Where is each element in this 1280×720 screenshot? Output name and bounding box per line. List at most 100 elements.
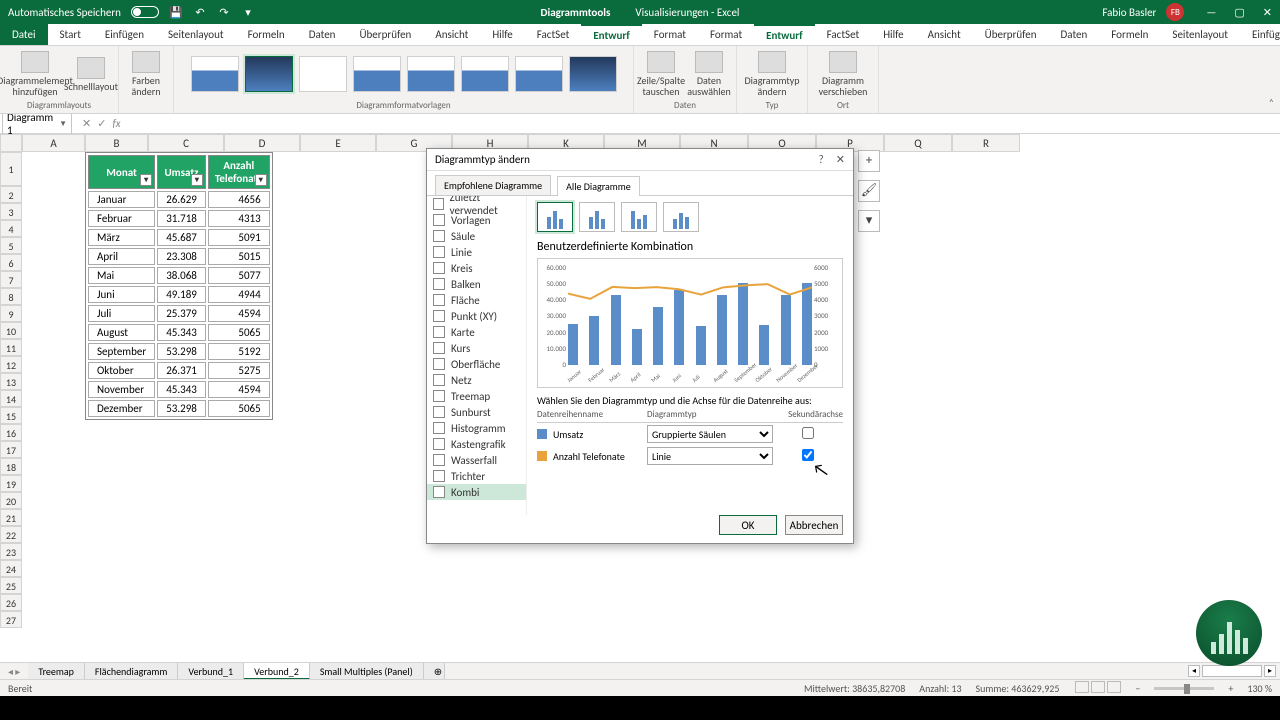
menu-tab[interactable]: Hilfe [871, 24, 915, 45]
hscroll-right-icon[interactable]: ▸ [1264, 665, 1276, 677]
chart-filter-icon[interactable]: ▾ [858, 210, 880, 232]
table-cell[interactable]: 5275 [208, 362, 270, 379]
row-header[interactable]: 27 [0, 611, 22, 628]
enter-formula-icon[interactable]: ✓ [97, 117, 106, 130]
col-header[interactable]: R [952, 134, 1020, 152]
table-cell[interactable]: Mai [88, 267, 155, 284]
menu-tab[interactable]: Daten [1049, 24, 1100, 45]
row-header[interactable]: 12 [0, 356, 22, 373]
table-cell[interactable]: November [88, 381, 155, 398]
chart-type-item[interactable]: Sunburst [427, 404, 526, 420]
cancel-button[interactable]: Abbrechen [785, 515, 843, 535]
table-cell[interactable]: 31.718 [157, 210, 206, 227]
view-mode-icons[interactable] [1073, 681, 1121, 696]
file-tab[interactable]: Datei [0, 24, 48, 45]
combo-subtype[interactable] [663, 202, 699, 232]
table-cell[interactable]: 23.308 [157, 248, 206, 265]
avatar[interactable]: FB [1166, 3, 1184, 21]
table-cell[interactable]: 45.343 [157, 324, 206, 341]
chart-type-item[interactable]: Wasserfall [427, 452, 526, 468]
menu-tab[interactable]: Format [642, 24, 698, 45]
secondary-axis-checkbox[interactable] [802, 427, 814, 439]
table-cell[interactable]: 49.189 [157, 286, 206, 303]
style-thumb[interactable] [407, 56, 455, 92]
row-header[interactable]: 15 [0, 407, 22, 424]
table-cell[interactable]: 53.298 [157, 400, 206, 417]
style-thumb[interactable] [299, 56, 347, 92]
sheet-tab[interactable]: Treemap [28, 663, 85, 680]
table-cell[interactable]: September [88, 343, 155, 360]
table-cell[interactable]: Februar [88, 210, 155, 227]
table-cell[interactable]: 26.371 [157, 362, 206, 379]
menu-tab[interactable]: Format [698, 24, 754, 45]
table-cell[interactable]: Dezember [88, 400, 155, 417]
combo-subtype[interactable] [621, 202, 657, 232]
row-header[interactable]: 22 [0, 526, 22, 543]
table-cell[interactable]: 5077 [208, 267, 270, 284]
zoom-in-icon[interactable]: + [1228, 682, 1233, 695]
row-header[interactable]: 25 [0, 577, 22, 594]
change-colors-button[interactable]: Farben ändern [125, 49, 167, 99]
tab-nav-icon[interactable]: ◂ ▸ [0, 665, 28, 678]
menu-tab[interactable]: Formeln [1099, 24, 1160, 45]
zoom-out-icon[interactable]: − [1135, 682, 1140, 695]
help-icon[interactable]: ? [819, 153, 824, 166]
chart-type-item[interactable]: Karte [427, 324, 526, 340]
row-header[interactable]: 1 [0, 152, 22, 186]
chart-type-item[interactable]: Trichter [427, 468, 526, 484]
style-thumb[interactable] [515, 56, 563, 92]
ok-button[interactable]: OK [719, 515, 777, 535]
zoom-label[interactable]: 130 % [1247, 682, 1272, 695]
row-header[interactable]: 14 [0, 390, 22, 407]
hscroll-track[interactable] [1202, 665, 1262, 677]
chart-type-item[interactable]: Fläche [427, 292, 526, 308]
table-cell[interactable]: Juli [88, 305, 155, 322]
chart-type-item[interactable]: Säule [427, 228, 526, 244]
row-header[interactable]: 26 [0, 594, 22, 611]
move-chart-button[interactable]: Diagramm verschieben [814, 49, 872, 99]
collapse-ribbon-icon[interactable]: ˄ [1269, 96, 1274, 109]
row-header[interactable]: 21 [0, 509, 22, 526]
table-cell[interactable]: 26.629 [157, 191, 206, 208]
sheet-tab[interactable]: Verbund_1 [178, 663, 244, 680]
menu-tab[interactable]: Daten [297, 24, 348, 45]
data-table[interactable]: Monat▾Umsatz▾AnzahlTelefonate▾ Januar26.… [85, 152, 273, 420]
minimize-icon[interactable]: — [1206, 6, 1216, 19]
menu-tab[interactable]: FactSet [525, 24, 582, 45]
maximize-icon[interactable]: ▢ [1234, 6, 1244, 19]
menu-tab[interactable]: Hilfe [480, 24, 524, 45]
style-thumb[interactable] [353, 56, 401, 92]
table-cell[interactable]: 5065 [208, 400, 270, 417]
row-header[interactable]: 10 [0, 322, 22, 339]
row-header[interactable]: 7 [0, 271, 22, 288]
table-cell[interactable]: 5065 [208, 324, 270, 341]
sheet-tab[interactable]: Small Multiples (Panel) [310, 663, 424, 680]
table-cell[interactable]: Oktober [88, 362, 155, 379]
row-header[interactable]: 6 [0, 254, 22, 271]
row-header[interactable]: 2 [0, 186, 22, 203]
dialog-close-icon[interactable]: ✕ [836, 153, 845, 166]
row-header[interactable]: 13 [0, 373, 22, 390]
table-cell[interactable]: März [88, 229, 155, 246]
chart-type-item[interactable]: Kastengrafik [427, 436, 526, 452]
menu-tab[interactable]: Seitenlayout [156, 24, 236, 45]
table-cell[interactable]: 38.068 [157, 267, 206, 284]
menu-tab[interactable]: Seitenlayout [1160, 24, 1240, 45]
row-header[interactable]: 11 [0, 339, 22, 356]
chart-type-item[interactable]: Zuletzt verwendet [427, 196, 526, 212]
chart-type-item[interactable]: Oberfläche [427, 356, 526, 372]
change-chart-type-button[interactable]: Diagrammtyp ändern [743, 49, 801, 99]
select-all-corner[interactable] [0, 134, 22, 152]
fx-icon[interactable]: fx [112, 117, 120, 130]
style-thumb[interactable] [569, 56, 617, 92]
menu-tab[interactable]: Ansicht [916, 24, 973, 45]
col-header[interactable]: C [148, 134, 224, 152]
row-header[interactable]: 18 [0, 458, 22, 475]
add-chart-element-button[interactable]: Diagrammelement hinzufügen [6, 49, 64, 99]
chart-type-item[interactable]: Kurs [427, 340, 526, 356]
chart-type-item[interactable]: Kombi [427, 484, 526, 500]
menu-tab[interactable]: Überprüfen [973, 24, 1049, 45]
row-header[interactable]: 20 [0, 492, 22, 509]
secondary-axis-checkbox[interactable] [802, 449, 814, 461]
col-header[interactable]: A [22, 134, 85, 152]
